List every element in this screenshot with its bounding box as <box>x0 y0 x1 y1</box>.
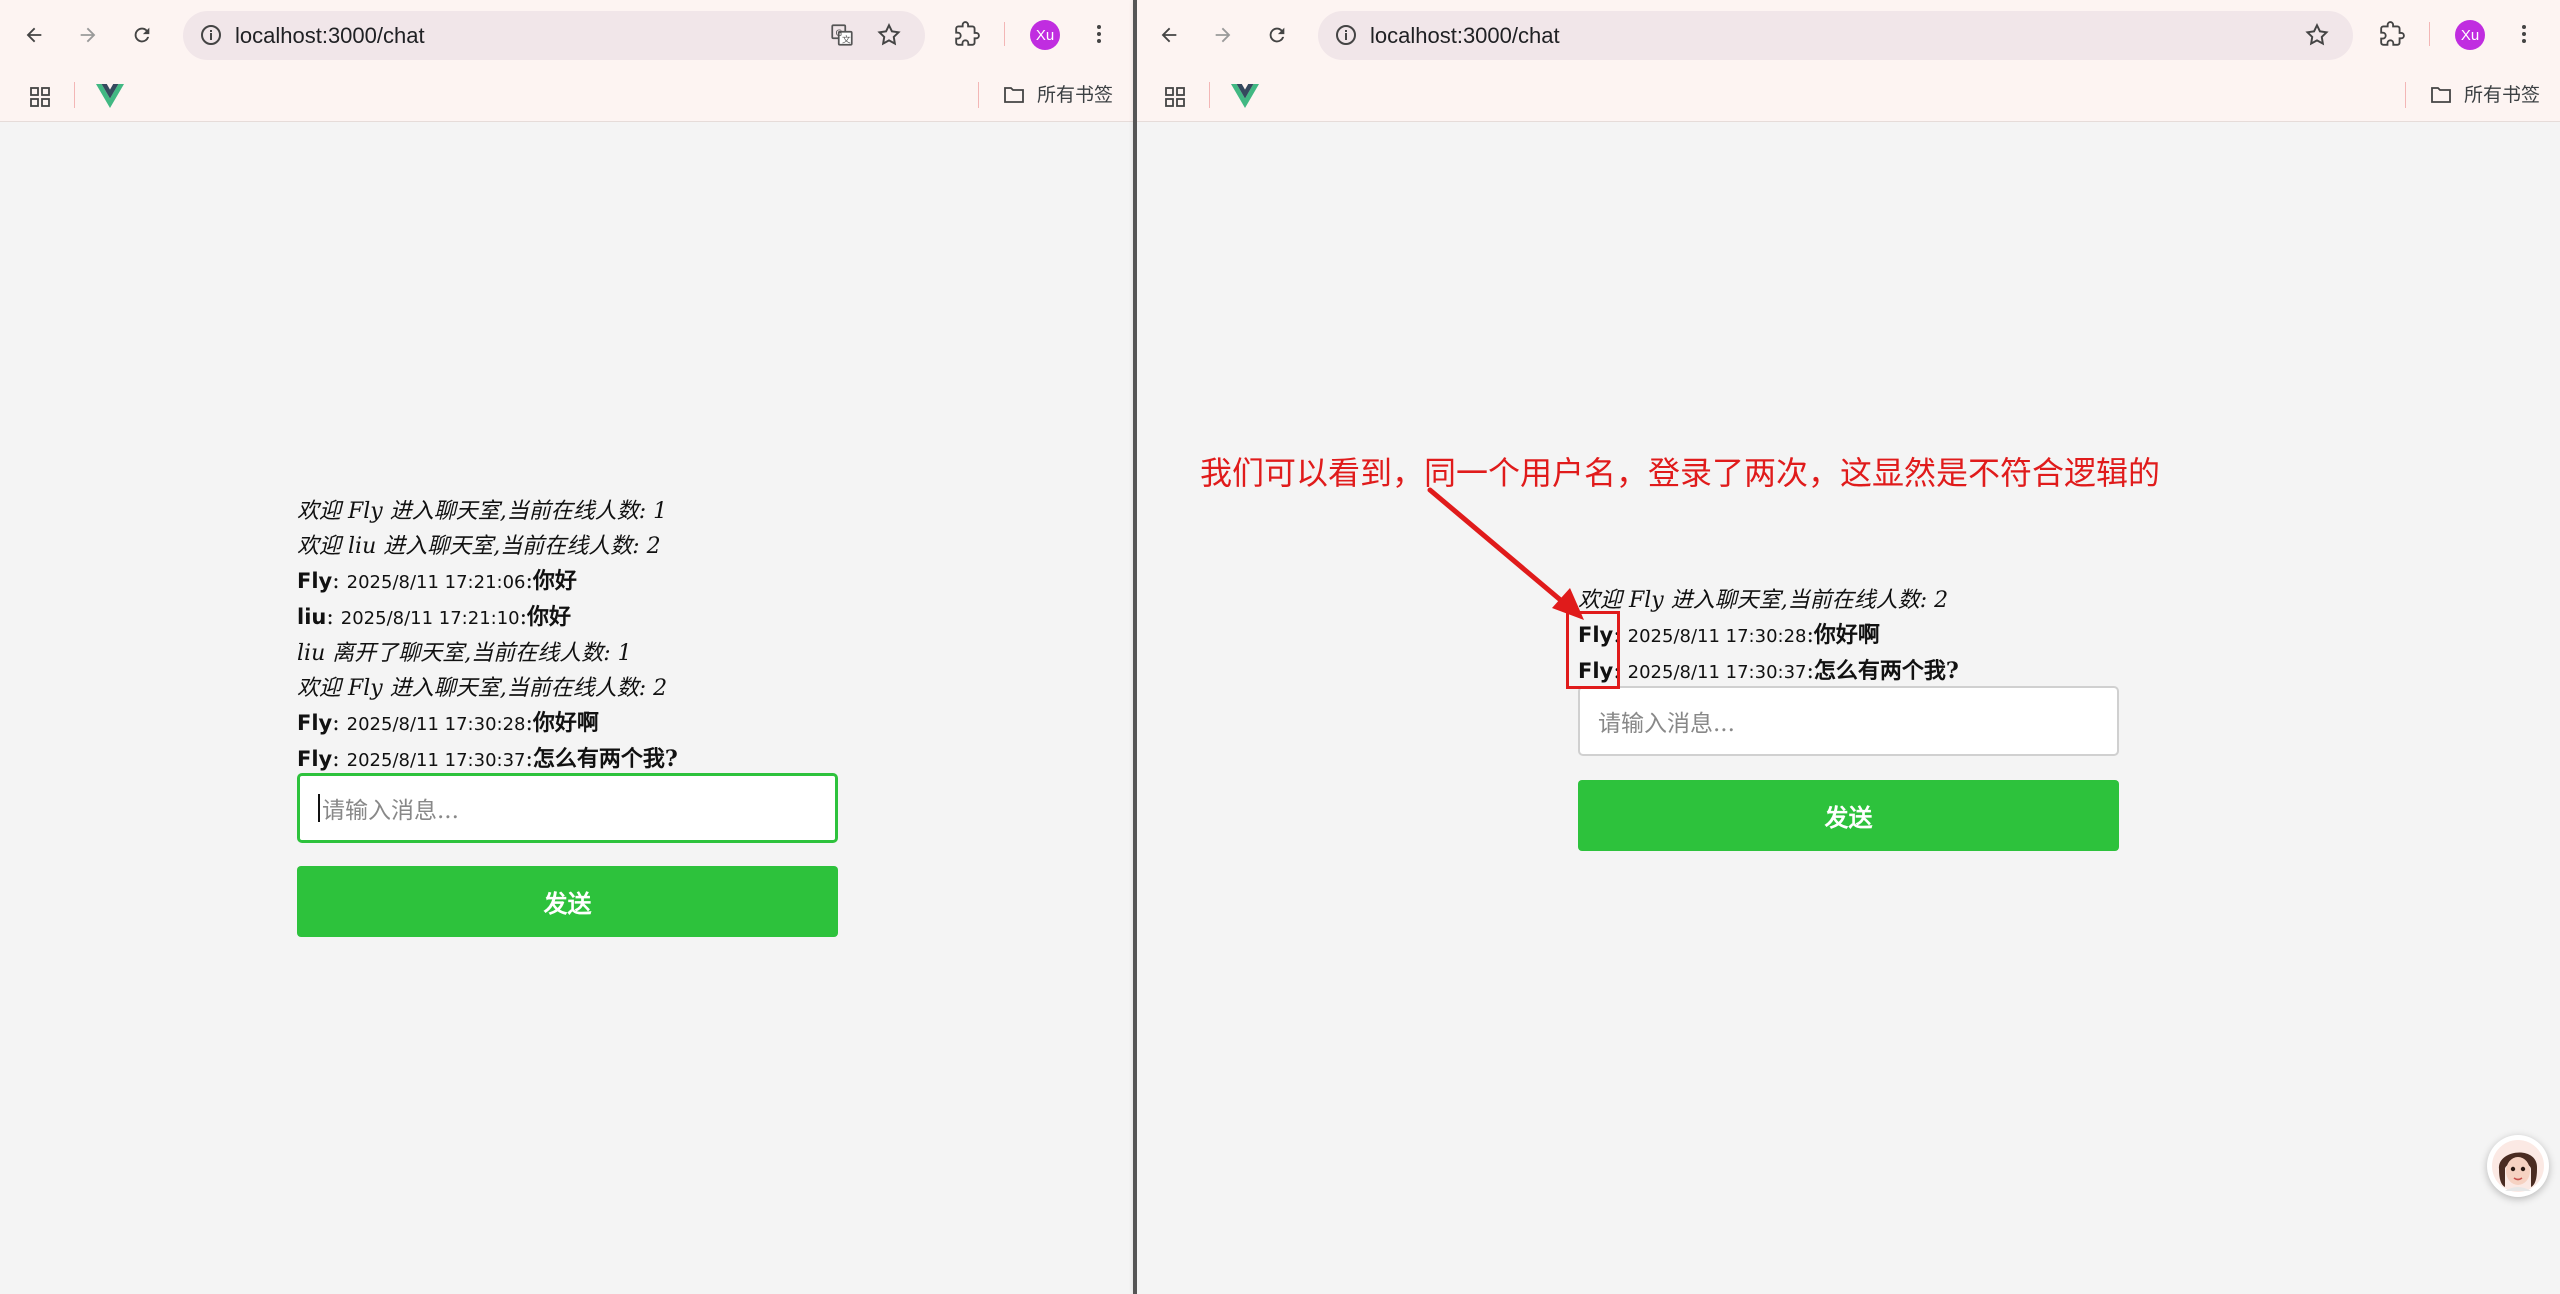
message-username: Fly <box>297 747 333 771</box>
folder-icon <box>2431 87 2451 103</box>
chat-message: liu: 2025/8/11 17:21:10:你好 <box>297 604 572 630</box>
apps-icon[interactable] <box>1163 85 1187 109</box>
browser-chrome: localhost:3000/chat G文 Xu 所有书签 <box>0 0 1133 122</box>
browser-toolbar: localhost:3000/chat G文 Xu <box>0 0 1133 70</box>
star-icon[interactable] <box>876 22 902 48</box>
toolbar-separator <box>2429 22 2430 46</box>
bookmarks-bar <box>0 70 1133 122</box>
forward-icon <box>80 27 96 43</box>
svg-text:文: 文 <box>842 34 851 46</box>
url-text: localhost:3000/chat <box>235 23 425 48</box>
vue-logo-icon[interactable] <box>1231 83 1259 109</box>
message-text: 你好 <box>527 604 572 630</box>
message-timestamp: 2025/8/11 17:30:37 <box>1627 662 1807 683</box>
chat-message: Fly: 2025/8/11 17:21:06:你好 <box>297 568 577 594</box>
extensions-icon <box>2380 21 2405 46</box>
browser-window-right: localhost:3000/chat Xu 所有书签 欢迎 Fly 进入聊天室… <box>1137 0 2560 1294</box>
message-timestamp: 2025/8/11 17:30:28 <box>346 714 526 735</box>
chat-message-list: 欢迎 Fly 进入聊天室,当前在线人数: 1 欢迎 liu 进入聊天室,当前在线… <box>297 494 678 778</box>
message-input-placeholder: 请输入消息... <box>322 798 459 824</box>
message-timestamp: 2025/8/11 17:21:10 <box>340 608 520 629</box>
info-icon[interactable] <box>199 23 223 47</box>
message-text: 你好啊 <box>1813 622 1880 648</box>
back-icon <box>1161 27 1177 43</box>
bookmarks-separator <box>1209 82 1210 108</box>
reload-button[interactable] <box>124 17 160 53</box>
message-text: 你好 <box>532 568 577 594</box>
chat-message-list: 欢迎 Fly 进入聊天室,当前在线人数: 2 Fly: 2025/8/11 17… <box>1578 583 1959 690</box>
back-button[interactable] <box>1151 17 1187 53</box>
annotation-arrow-icon <box>1427 487 1584 620</box>
reload-button[interactable] <box>1259 17 1295 53</box>
text-cursor <box>318 794 320 822</box>
reload-icon <box>134 27 150 43</box>
vue-logo-icon[interactable] <box>96 83 124 109</box>
message-input-placeholder: 请输入消息... <box>1598 711 1735 737</box>
info-icon[interactable] <box>1334 23 1358 47</box>
annotation-highlight-box <box>1566 611 1620 689</box>
assistant-avatar-icon <box>2492 1140 2544 1192</box>
star-icon[interactable] <box>2304 22 2330 48</box>
toolbar-separator <box>1004 22 1005 46</box>
extensions-icon <box>955 21 980 46</box>
bookmarks-separator-right <box>2405 82 2406 108</box>
forward-icon <box>1215 27 1231 43</box>
send-button[interactable]: 发送 <box>1578 780 2119 851</box>
menu-icon <box>2522 25 2526 43</box>
message-username: Fly <box>297 569 333 593</box>
url-text: localhost:3000/chat <box>1370 23 1560 48</box>
menu-icon <box>1097 25 1101 43</box>
message-text: 怎么有两个我? <box>1813 658 1959 684</box>
all-bookmarks-label[interactable]: 所有书签 <box>1037 80 1113 107</box>
address-bar[interactable]: localhost:3000/chat <box>1318 11 2353 60</box>
extensions-button[interactable] <box>952 19 982 49</box>
assistant-avatar-button[interactable] <box>2487 1135 2549 1197</box>
menu-button[interactable] <box>1084 19 1114 49</box>
translate-icon[interactable]: G文 <box>829 22 855 48</box>
back-button[interactable] <box>16 17 52 53</box>
system-message: liu 离开了聊天室,当前在线人数: 1 <box>297 641 632 666</box>
profile-avatar[interactable]: Xu <box>1030 20 1060 50</box>
profile-avatar[interactable]: Xu <box>2455 20 2485 50</box>
message-text: 怎么有两个我? <box>532 746 678 772</box>
menu-button[interactable] <box>2509 19 2539 49</box>
address-bar[interactable]: localhost:3000/chat G文 <box>183 11 925 60</box>
bookmarks-separator-right <box>978 82 979 108</box>
chat-message: Fly: 2025/8/11 17:30:37:怎么有两个我? <box>1578 658 1959 684</box>
back-icon <box>26 27 42 43</box>
folder-icon <box>1004 87 1024 103</box>
all-bookmarks-label[interactable]: 所有书签 <box>2464 80 2540 107</box>
message-input[interactable]: 请输入消息... <box>1578 686 2119 756</box>
forward-button[interactable] <box>70 17 106 53</box>
bookmarks-bar <box>1137 70 2560 122</box>
system-message: 欢迎 Fly 进入聊天室,当前在线人数: 2 <box>297 676 668 701</box>
apps-icon[interactable] <box>28 85 52 109</box>
system-message: 欢迎 liu 进入聊天室,当前在线人数: 2 <box>297 534 661 559</box>
browser-toolbar: localhost:3000/chat Xu <box>1137 0 2560 70</box>
message-text: 你好啊 <box>532 710 599 736</box>
message-timestamp: 2025/8/11 17:30:37 <box>346 750 526 771</box>
message-timestamp: 2025/8/11 17:21:06 <box>346 572 526 593</box>
browser-window-left: localhost:3000/chat G文 Xu 所有书签 欢迎 Fly 进入… <box>0 0 1133 1294</box>
chat-message: Fly: 2025/8/11 17:30:28:你好啊 <box>297 710 599 736</box>
message-input[interactable]: 请输入消息... <box>297 773 838 843</box>
browser-chrome: localhost:3000/chat Xu 所有书签 <box>1137 0 2560 122</box>
bookmarks-separator <box>74 82 75 108</box>
extensions-button[interactable] <box>2377 19 2407 49</box>
reload-icon <box>1269 27 1285 43</box>
message-username: Fly <box>297 711 333 735</box>
send-button[interactable]: 发送 <box>297 866 838 937</box>
annotation-text: 我们可以看到，同一个用户名，登录了两次，这显然是不符合逻辑的 <box>1200 454 2161 492</box>
forward-button[interactable] <box>1205 17 1241 53</box>
message-timestamp: 2025/8/11 17:30:28 <box>1627 626 1807 647</box>
system-message: 欢迎 Fly 进入聊天室,当前在线人数: 1 <box>297 499 668 524</box>
chat-message: Fly: 2025/8/11 17:30:28:你好啊 <box>1578 622 1880 648</box>
message-username: liu <box>297 605 327 629</box>
system-message: 欢迎 Fly 进入聊天室,当前在线人数: 2 <box>1578 588 1949 613</box>
